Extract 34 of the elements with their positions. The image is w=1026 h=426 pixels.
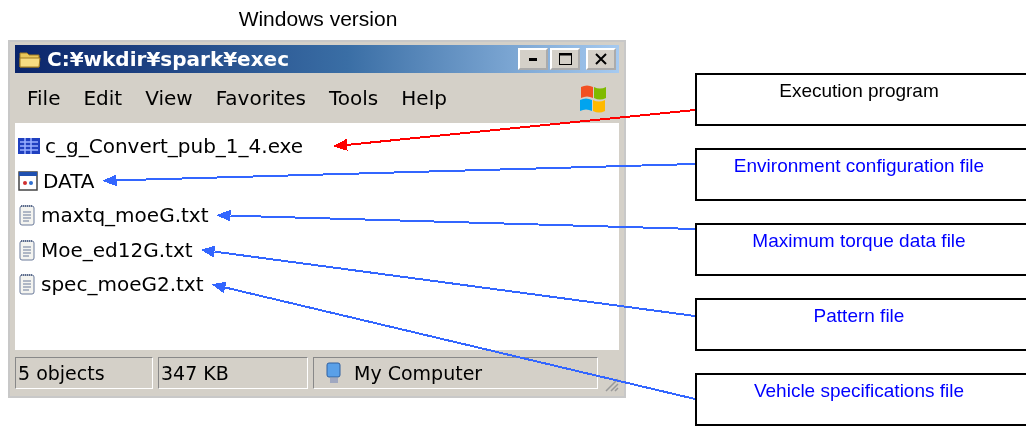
file-name[interactable]: Moe_ed12G.txt bbox=[41, 237, 193, 262]
computer-icon bbox=[324, 361, 344, 385]
notepad-icon bbox=[17, 237, 37, 262]
callout-label: Execution program bbox=[779, 80, 939, 103]
callout-label: Pattern file bbox=[813, 305, 905, 328]
callout-label: Vehicle specifications file bbox=[753, 380, 965, 403]
callout-label: Maximum torque data file bbox=[752, 230, 966, 253]
menu-item[interactable]: Tools bbox=[317, 86, 390, 110]
diagram-heading: Windows version bbox=[237, 6, 399, 32]
file-name[interactable]: maxtq_moeG.txt bbox=[41, 203, 209, 228]
resize-grip-icon[interactable] bbox=[603, 376, 619, 392]
folder-icon bbox=[19, 50, 41, 68]
close-icon bbox=[595, 53, 607, 65]
status-object-count: 5 objects bbox=[15, 357, 153, 389]
menu-item[interactable]: Help bbox=[389, 86, 458, 110]
notepad-icon bbox=[17, 203, 37, 228]
status-location: My Computer bbox=[354, 362, 483, 384]
file-name[interactable]: DATA bbox=[43, 168, 95, 193]
file-name[interactable]: spec_moeG2.txt bbox=[41, 272, 204, 297]
callout-label: Environment configuration file bbox=[733, 155, 985, 178]
window-title: C:¥wkdir¥spark¥exec bbox=[47, 47, 290, 71]
maximize-icon bbox=[558, 53, 572, 65]
maximize-button[interactable] bbox=[550, 48, 580, 70]
status-size: 347 KB bbox=[158, 357, 308, 389]
minimize-icon bbox=[529, 57, 537, 61]
menu-item[interactable]: Edit bbox=[71, 86, 134, 110]
menu-item[interactable]: View bbox=[133, 86, 204, 110]
close-button[interactable] bbox=[586, 48, 616, 70]
notepad-icon bbox=[17, 272, 37, 297]
menu-item[interactable]: Favorites bbox=[203, 86, 317, 110]
minimize-button[interactable] bbox=[518, 48, 548, 70]
file-name[interactable]: c_g_Convert_pub_1_4.exe bbox=[45, 134, 304, 159]
menu-item[interactable]: File bbox=[15, 86, 72, 110]
flag-logo-icon bbox=[577, 83, 609, 113]
